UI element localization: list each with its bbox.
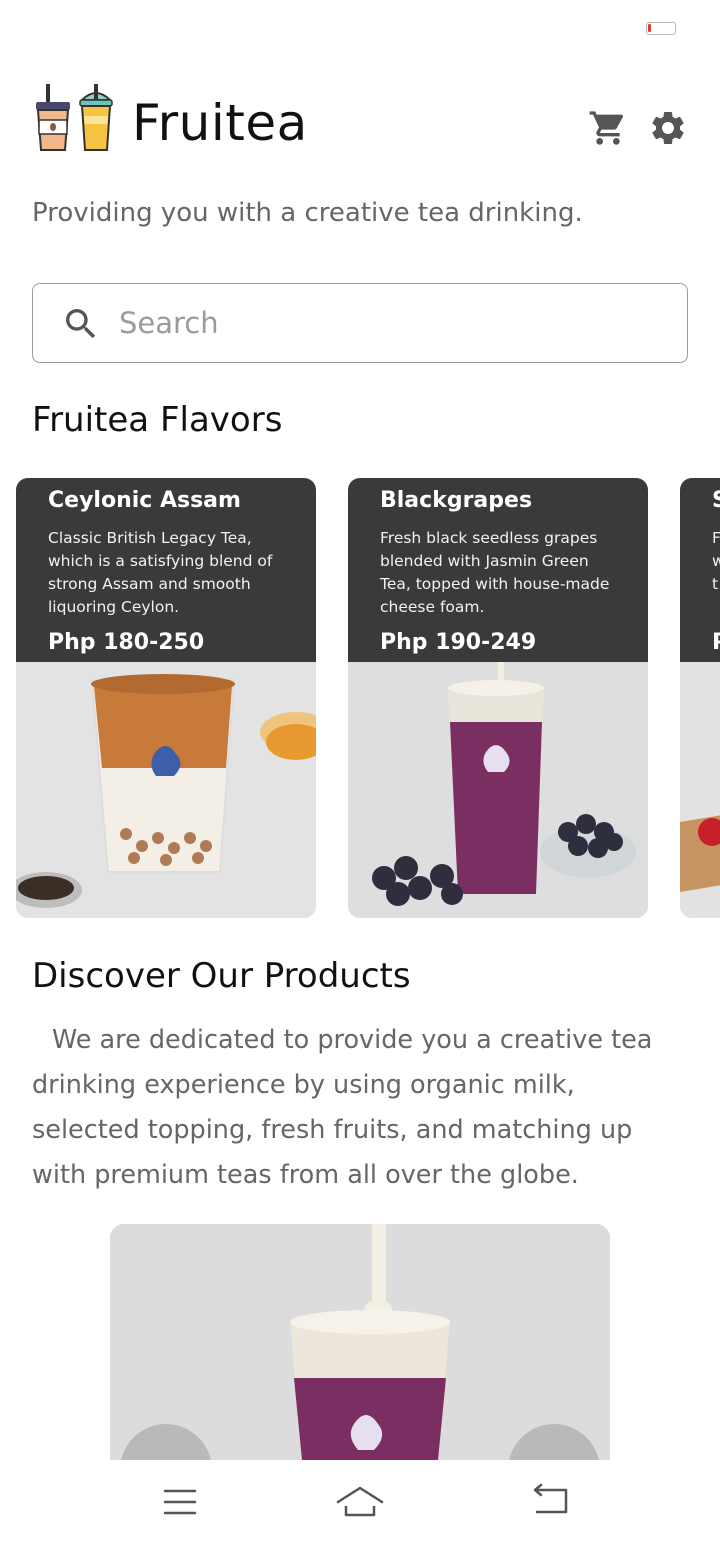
back-icon: [533, 1483, 568, 1514]
flavor-card-overlay: Ceylonic Assam Classic British Legacy Te…: [16, 478, 316, 662]
discover-description: We are dedicated to provide you a creati…: [32, 1025, 653, 1190]
home-icon: [336, 1486, 384, 1517]
cart-button[interactable]: [588, 108, 628, 148]
discover-section-title: Discover Our Products: [32, 956, 411, 996]
system-nav-bar: [0, 1460, 720, 1544]
flavor-price: Php 190-249: [380, 630, 537, 655]
flavor-card[interactable]: S F w t c P: [680, 478, 720, 918]
battery-icon: [646, 22, 676, 35]
status-bar: [0, 0, 720, 60]
flavor-card[interactable]: Ceylonic Assam Classic British Legacy Te…: [16, 478, 316, 918]
nav-menu-button[interactable]: [156, 1480, 204, 1524]
product-banner-image: [110, 1224, 610, 1460]
flavor-description: F w t c: [712, 529, 720, 593]
flavor-price: P: [712, 630, 720, 655]
nav-back-button[interactable]: [526, 1480, 574, 1524]
cart-icon: [589, 111, 624, 145]
flavor-card[interactable]: Blackgrapes Fresh black seedless grapes …: [348, 478, 648, 918]
flavor-image: [680, 662, 720, 918]
app-header: Fruitea: [32, 80, 688, 170]
flavor-description: Classic British Legacy Tea, which is a s…: [48, 529, 273, 616]
flavor-name: S: [712, 488, 720, 513]
flavor-card-overlay: Blackgrapes Fresh black seedless grapes …: [348, 478, 648, 662]
search-icon: [66, 309, 96, 339]
flavor-name: Ceylonic Assam: [48, 488, 241, 513]
product-banner[interactable]: [110, 1224, 610, 1460]
nav-home-button[interactable]: [336, 1480, 384, 1524]
settings-button[interactable]: [648, 108, 688, 148]
app-title: Fruitea: [132, 94, 308, 152]
flavor-image: [16, 662, 316, 918]
flavor-card-overlay: S F w t c P: [680, 478, 720, 662]
flavor-description: Fresh black seedless grapes blended with…: [380, 529, 610, 616]
flavor-image: [348, 662, 648, 918]
search-bar[interactable]: [32, 283, 688, 363]
search-input[interactable]: [119, 294, 659, 352]
menu-icon: [163, 1489, 197, 1515]
flavors-carousel[interactable]: Ceylonic Assam Classic British Legacy Te…: [16, 478, 720, 918]
app-subtitle: Providing you with a creative tea drinki…: [32, 198, 583, 228]
flavor-price: Php 180-250: [48, 630, 205, 655]
flavor-name: Blackgrapes: [380, 488, 533, 513]
flavors-section-title: Fruitea Flavors: [32, 400, 283, 440]
app-logo: [32, 80, 120, 156]
gear-icon: [652, 111, 684, 144]
